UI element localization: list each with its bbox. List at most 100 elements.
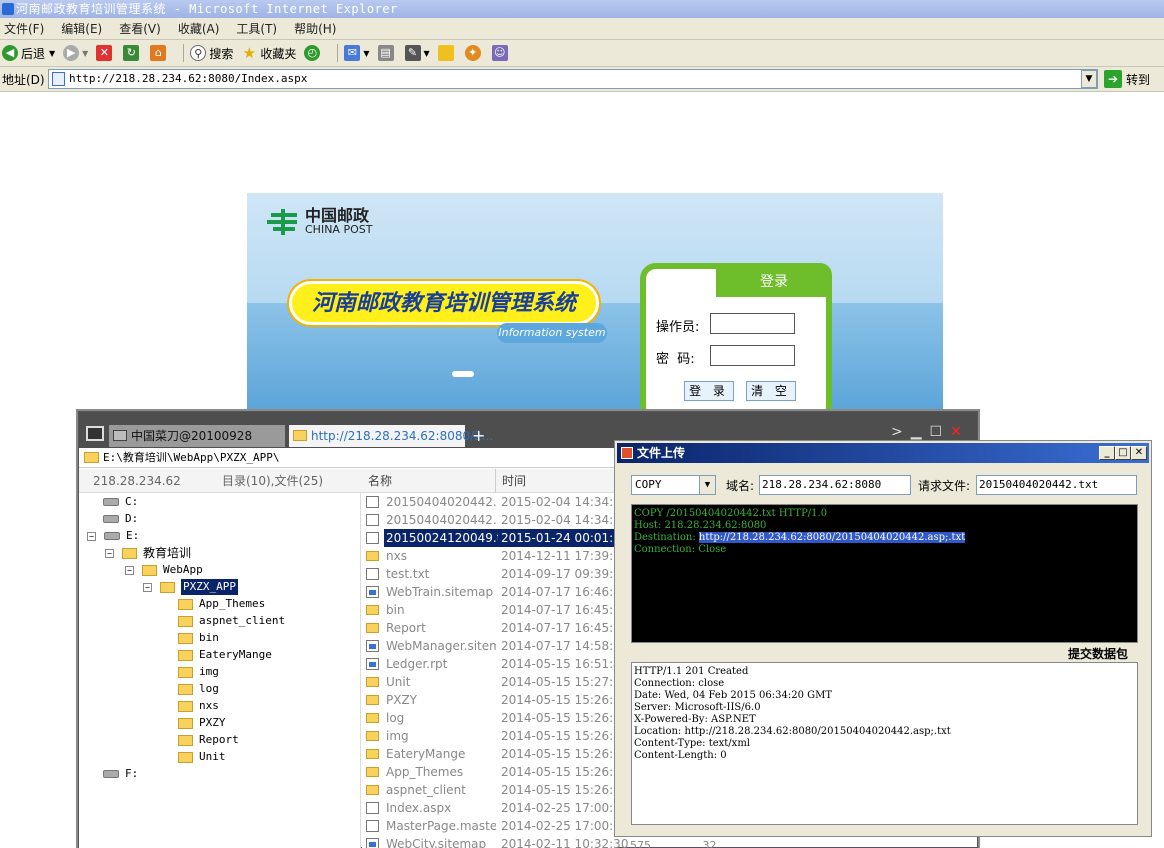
stop-button[interactable]: ✕ (96, 45, 115, 61)
discuss-button[interactable] (437, 45, 457, 61)
tree-drive-d[interactable]: D: (103, 511, 138, 527)
tree-drive-f[interactable]: F: (103, 766, 138, 782)
tree-folder-item[interactable]: PXZY (178, 715, 226, 731)
go-button[interactable]: ➔ 转到 (1104, 70, 1150, 88)
tree-folder-item[interactable]: App_Themes (178, 596, 265, 612)
response-textarea[interactable]: HTTP/1.1 201 Created Connection: close D… (631, 662, 1138, 825)
close-icon[interactable]: ✕ (950, 424, 962, 440)
research-button[interactable]: ✦ (464, 45, 484, 61)
tree-folder-item[interactable]: EateryMange (178, 647, 272, 663)
file-row[interactable]: Index.aspx 2014-02-25 17:00:28 (362, 799, 628, 817)
back-dropdown-icon[interactable]: ▼ (49, 49, 55, 58)
file-row[interactable]: App_Themes 2014-05-15 15:26:36 (362, 763, 628, 781)
folder-icon (178, 683, 193, 695)
collapse-icon[interactable]: − (125, 565, 134, 575)
tree-folder-item[interactable]: img (178, 664, 219, 680)
maximize-icon[interactable]: ☐ (930, 424, 943, 440)
collapse-icon[interactable]: − (105, 548, 114, 558)
file-name: 20150024120049.txt (384, 529, 508, 547)
caidao-menu-icon[interactable] (86, 426, 104, 441)
file-row[interactable]: Unit 2014-05-15 15:27:01 (362, 673, 628, 691)
file-row[interactable]: WebCity.sitemap 2014-02-11 10:32:30 (362, 835, 628, 848)
file-icon (366, 514, 379, 526)
tagline: Information system (497, 323, 607, 343)
maximize-icon[interactable]: □ (1115, 446, 1131, 460)
menu-help[interactable]: 帮助(H) (294, 20, 336, 37)
file-row[interactable]: PXZY 2014-05-15 15:26:59 (362, 691, 628, 709)
domain-input[interactable]: 218.28.234.62:8080 (759, 475, 911, 495)
file-row[interactable]: 20150404020442.txt 2015-02-04 14:34:16 (362, 511, 628, 529)
submit-packet-button[interactable]: 提交数据包 (1068, 645, 1128, 662)
tree-folder-webapp[interactable]: − WebApp (125, 562, 203, 578)
file-row[interactable]: aspnet_client 2014-05-15 15:26:36 (362, 781, 628, 799)
file-row[interactable]: log 2014-05-15 15:26:57 (362, 709, 628, 727)
file-time: 2014-07-17 16:45:25 (501, 603, 629, 617)
messenger-button[interactable]: ☺ (491, 45, 511, 61)
login-button[interactable]: 登 录 (684, 381, 734, 401)
tree-folder-item[interactable]: aspnet_client (178, 613, 285, 629)
back-button[interactable]: ◀ 后退 ▼ (2, 45, 55, 62)
file-row[interactable]: img 2014-05-15 15:26:56 (362, 727, 628, 745)
refresh-button[interactable]: ↻ (123, 45, 142, 61)
research-icon: ✦ (464, 45, 481, 61)
tree-drive-e[interactable]: − E: (87, 528, 139, 544)
forward-button[interactable]: ▶ ▼ (63, 45, 88, 61)
close-icon[interactable]: ✕ (1131, 446, 1147, 460)
edit-button[interactable]: ✎ ▼ (404, 45, 430, 61)
clear-button[interactable]: 清 空 (746, 381, 796, 401)
column-time[interactable]: 时间 (495, 469, 526, 493)
file-row[interactable]: bin 2014-07-17 16:45:25 (362, 601, 629, 619)
collapse-icon[interactable]: − (143, 582, 152, 592)
menu-tools[interactable]: 工具(T) (236, 20, 277, 37)
tree-folder-item[interactable]: Report (178, 732, 239, 748)
file-row[interactable]: 20150404020442.as... 2015-02-04 14:34:16 (362, 493, 628, 511)
column-name[interactable]: 名称 (368, 469, 392, 493)
search-button[interactable]: ⚲ 搜索 (190, 45, 233, 62)
folder-icon (366, 695, 379, 705)
folder-icon (293, 430, 307, 441)
favorites-button[interactable]: ★ 收藏夹 (241, 45, 297, 62)
menu-view[interactable]: 查看(V) (119, 20, 161, 37)
file-row[interactable]: EateryMange 2014-05-15 15:26:54 (362, 745, 628, 763)
file-row[interactable]: Report 2014-07-17 16:45:25 (362, 619, 628, 637)
forward-dropdown-icon[interactable]: ▼ (82, 49, 88, 58)
address-input[interactable]: http://218.28.234.62:8080/Index.aspx (48, 69, 1098, 89)
home-button[interactable]: ⌂ (150, 45, 169, 61)
drive-icon (103, 770, 119, 778)
minimize-icon[interactable]: _ (1099, 446, 1115, 460)
operator-input[interactable] (710, 313, 795, 334)
menu-edit[interactable]: 编辑(E) (61, 20, 102, 37)
mail-button[interactable]: ✉ ▼ (344, 45, 370, 61)
tree-folder-item[interactable]: Unit (178, 749, 226, 765)
file-row[interactable]: 20150024120049.txt 2015-01-24 00:01:21 (362, 529, 628, 547)
chevron-right-icon[interactable]: > (891, 424, 903, 440)
add-tab-icon[interactable]: + (472, 425, 485, 447)
menu-favorites[interactable]: 收藏(A) (178, 20, 220, 37)
password-input[interactable] (710, 345, 795, 366)
tree-folder-item[interactable]: nxs (178, 698, 219, 714)
request-textarea[interactable]: COPY /20150404020442.txt HTTP/1.0 Host: … (631, 504, 1138, 643)
request-file-input[interactable]: 20150404020442.txt (976, 475, 1137, 495)
tree-drive-c[interactable]: C: (103, 494, 138, 510)
print-button[interactable]: ▤ (377, 45, 397, 61)
file-row[interactable]: Ledger.rpt 2014-05-15 16:51:45 (362, 655, 628, 673)
minimize-icon[interactable]: ▁ (911, 424, 922, 440)
history-button[interactable]: ◴ (304, 45, 323, 61)
tree-folder-pxzx-app[interactable]: − PXZX_APP (143, 579, 238, 595)
method-select[interactable]: COPY ▼ (631, 475, 716, 495)
collapse-icon[interactable]: − (87, 531, 96, 541)
address-dropdown-icon[interactable]: ▼ (1081, 70, 1097, 88)
file-row[interactable]: test.txt 2014-09-17 09:39:57 (362, 565, 628, 583)
sitemap-file-icon (366, 586, 379, 598)
tree-folder-item[interactable]: log (178, 681, 219, 697)
file-row[interactable]: WebManager.sitemap 2014-07-17 14:58:04 (362, 637, 628, 655)
tab-caidao-home[interactable]: 中国菜刀@20100928 (109, 425, 285, 447)
tree-folder-item[interactable]: bin (178, 630, 219, 646)
menu-file[interactable]: 文件(F) (4, 20, 44, 37)
tab-remote-file[interactable]: http://218.28.234.62:8080/2... (289, 425, 493, 447)
folder-icon (84, 452, 99, 463)
tree-folder-edu[interactable]: − 教育培训 (105, 545, 191, 561)
file-row[interactable]: nxs 2014-12-11 17:39:10 (362, 547, 628, 565)
file-row[interactable]: MasterPage.master 2014-02-25 17:00:28 (362, 817, 628, 835)
file-row[interactable]: WebTrain.sitemap 2014-07-17 16:46:12 (362, 583, 628, 601)
